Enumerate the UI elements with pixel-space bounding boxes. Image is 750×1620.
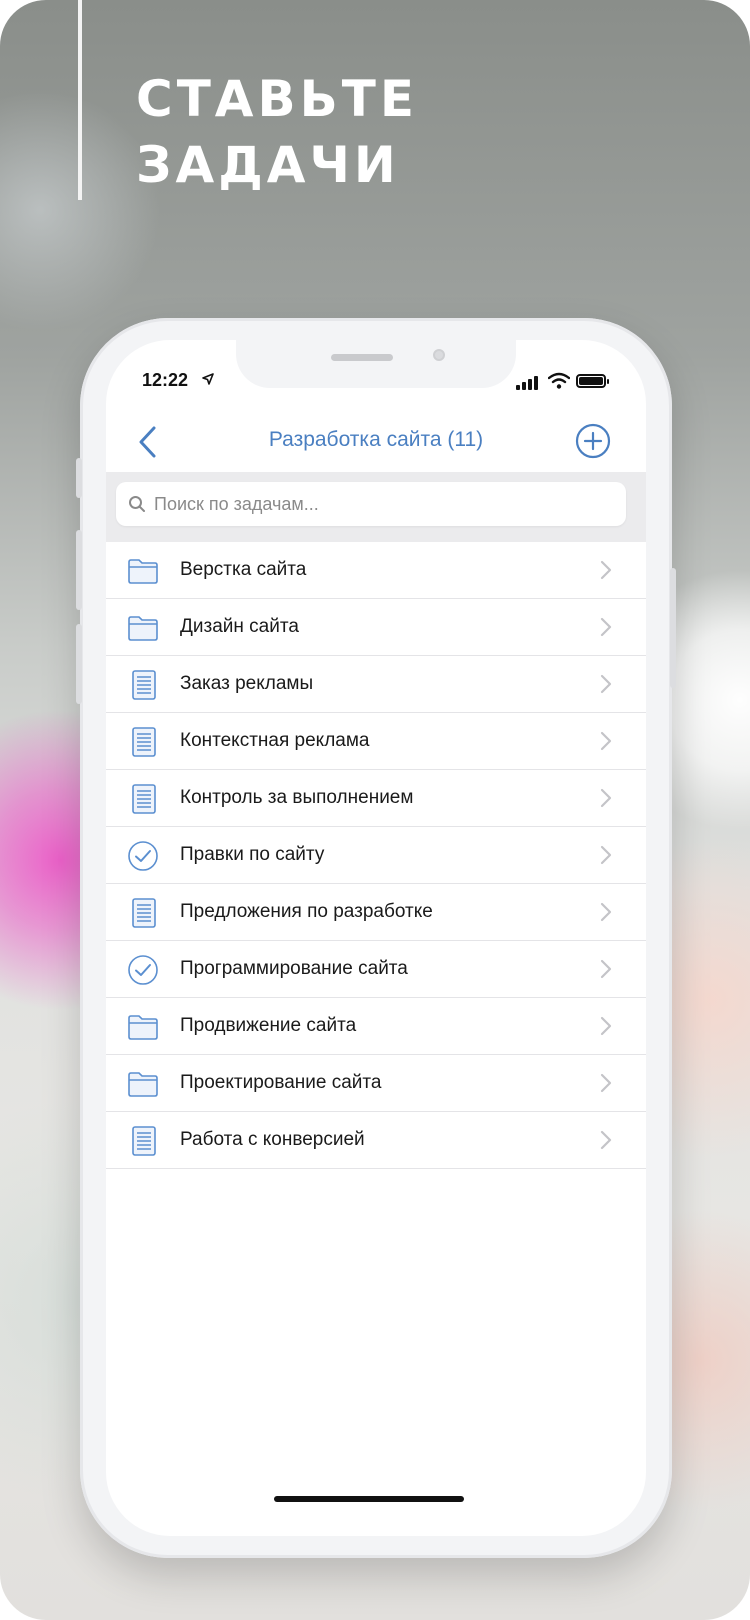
chevron-right-icon bbox=[600, 560, 612, 580]
document-icon bbox=[126, 896, 160, 930]
task-label: Программирование сайта bbox=[180, 958, 408, 979]
phone-mute-switch bbox=[76, 458, 82, 498]
task-label: Продвижение сайта bbox=[180, 1015, 357, 1036]
chevron-right-icon bbox=[600, 1073, 612, 1093]
task-row[interactable]: Дизайн сайта bbox=[106, 599, 646, 656]
battery-icon bbox=[576, 374, 609, 388]
location-arrow-icon bbox=[202, 373, 214, 385]
phone-power-button bbox=[670, 568, 676, 688]
task-row[interactable]: Работа с конверсией bbox=[106, 1112, 646, 1169]
chevron-right-icon bbox=[600, 1130, 612, 1150]
task-list: Верстка сайта Дизайн сайта Заказ рекламы… bbox=[106, 542, 646, 1169]
document-icon bbox=[126, 782, 160, 816]
search-box[interactable] bbox=[116, 482, 626, 526]
chevron-right-icon bbox=[600, 845, 612, 865]
document-icon bbox=[126, 1124, 160, 1158]
chevron-right-icon bbox=[600, 959, 612, 979]
task-label: Работа с конверсией bbox=[180, 1129, 365, 1150]
task-label: Предложения по разработке bbox=[180, 901, 433, 922]
task-label: Верстка сайта bbox=[180, 559, 307, 580]
add-task-button[interactable] bbox=[574, 422, 612, 460]
task-row[interactable]: Контекстная реклама bbox=[106, 713, 646, 770]
task-label: Контекстная реклама bbox=[180, 730, 370, 751]
phone-screen: 12:22 Разработка сайта (11) Поиск по зад… bbox=[106, 340, 646, 1536]
promo-headline-line1: СТАВЬТЕ bbox=[136, 70, 418, 128]
search-icon bbox=[129, 496, 145, 512]
chevron-right-icon bbox=[600, 1016, 612, 1036]
home-indicator[interactable] bbox=[274, 1496, 464, 1502]
chevron-right-icon bbox=[600, 902, 612, 922]
document-icon bbox=[126, 725, 160, 759]
task-row[interactable]: Контроль за выполнением bbox=[106, 770, 646, 827]
check-circle-icon bbox=[126, 953, 160, 987]
nav-bar: Разработка сайта (11) bbox=[106, 410, 646, 474]
task-row[interactable]: Предложения по разработке bbox=[106, 884, 646, 941]
task-label: Правки по сайту bbox=[180, 844, 325, 865]
task-label: Дизайн сайта bbox=[180, 616, 299, 637]
chevron-right-icon bbox=[600, 788, 612, 808]
task-row[interactable]: Правки по сайту bbox=[106, 827, 646, 884]
task-row[interactable]: Продвижение сайта bbox=[106, 998, 646, 1055]
task-label: Заказ рекламы bbox=[180, 673, 314, 694]
task-label: Проектирование сайта bbox=[180, 1072, 382, 1093]
search-input[interactable] bbox=[154, 493, 614, 515]
folder-icon bbox=[126, 554, 160, 588]
phone-volume-down-button bbox=[76, 624, 82, 704]
phone-notch bbox=[236, 340, 516, 388]
plus-circle-icon bbox=[575, 423, 611, 459]
chevron-right-icon bbox=[600, 731, 612, 751]
folder-icon bbox=[126, 611, 160, 645]
promo-headline-line2: ЗАДАЧИ bbox=[136, 136, 400, 194]
chevron-right-icon bbox=[600, 617, 612, 637]
search-bar bbox=[106, 472, 646, 542]
promo-card: СТАВЬТЕ ЗАДАЧИ 12:22 Разработка сайта (1… bbox=[0, 0, 750, 1620]
task-row[interactable]: Проектирование сайта bbox=[106, 1055, 646, 1112]
promo-headline: СТАВЬТЕ ЗАДАЧИ bbox=[136, 66, 418, 198]
task-row[interactable]: Программирование сайта bbox=[106, 941, 646, 998]
phone-volume-up-button bbox=[76, 530, 82, 610]
page-title: Разработка сайта (11) bbox=[268, 428, 484, 451]
folder-icon bbox=[126, 1010, 160, 1044]
chevron-right-icon bbox=[600, 674, 612, 694]
task-row[interactable]: Заказ рекламы bbox=[106, 656, 646, 713]
phone-frame: 12:22 Разработка сайта (11) Поиск по зад… bbox=[76, 318, 676, 1558]
accent-divider-line bbox=[78, 0, 82, 200]
task-row[interactable]: Верстка сайта bbox=[106, 542, 646, 599]
front-camera bbox=[433, 349, 445, 361]
earpiece-speaker bbox=[331, 354, 393, 361]
document-icon bbox=[126, 668, 160, 702]
folder-icon bbox=[126, 1067, 160, 1101]
check-circle-icon bbox=[126, 839, 160, 873]
task-label: Контроль за выполнением bbox=[180, 787, 414, 808]
cellular-signal-icon bbox=[516, 374, 542, 390]
wifi-icon bbox=[548, 372, 570, 389]
status-time: 12:22 bbox=[142, 370, 189, 390]
